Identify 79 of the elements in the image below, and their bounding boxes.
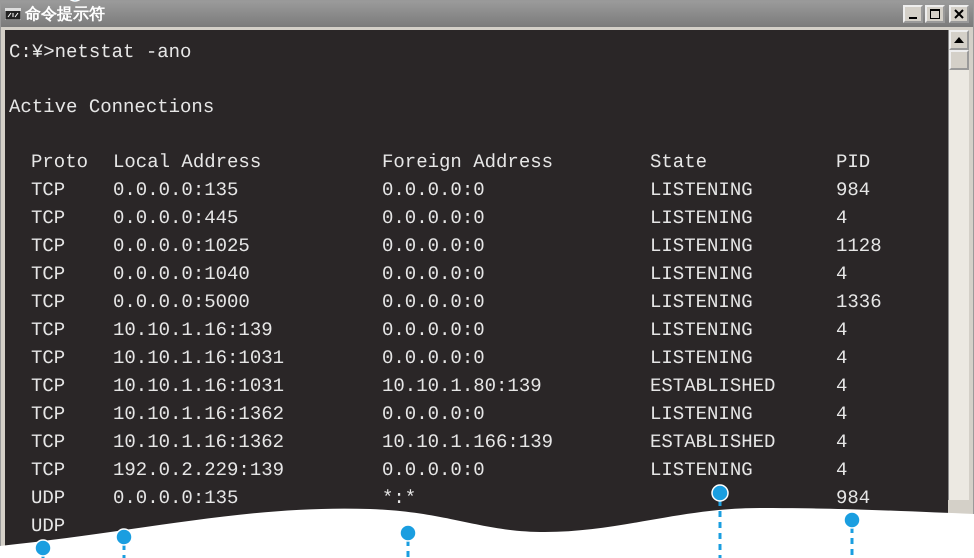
- close-icon: [954, 9, 964, 19]
- table-cell-text: 0.0.0.0:1025: [113, 234, 251, 259]
- table-cell-text: 4: [836, 318, 848, 343]
- scroll-thumb[interactable]: [949, 50, 969, 70]
- table-cell-text: 4: [836, 402, 848, 427]
- table-cell-text: 0.0.0.0:1040: [113, 262, 251, 287]
- table-cell-text: TCP: [31, 234, 66, 259]
- table-cell-text: UDP: [31, 486, 66, 511]
- table-cell-text: LISTENING: [650, 402, 754, 427]
- table-cell-text: 1336: [836, 290, 883, 315]
- table-cell-text: LISTENING: [650, 290, 754, 315]
- table-cell-text: 0.0.0.0:0: [382, 318, 486, 343]
- table-cell-text: LISTENING: [650, 458, 754, 483]
- table-cell-text: 0.0.0.0:0: [382, 206, 486, 231]
- console-icon: [5, 8, 21, 20]
- table-cell-text: ESTABLISHED: [650, 430, 776, 455]
- column-header: Foreign Address: [382, 150, 554, 175]
- table-cell-text: 10.10.1.16:1362: [113, 402, 286, 427]
- table-cell-text: 4: [836, 458, 848, 483]
- table-cell-text: LISTENING: [650, 262, 754, 287]
- scroll-up-button[interactable]: [949, 30, 969, 50]
- table-cell-text: 10.10.1.166:139: [382, 430, 554, 455]
- up-arrow-icon: [954, 37, 964, 43]
- table-cell-text: TCP: [31, 290, 66, 315]
- table-cell-text: TCP: [31, 262, 66, 287]
- close-button[interactable]: [949, 5, 969, 23]
- table-cell-text: TCP: [31, 206, 66, 231]
- column-header: PID: [836, 150, 872, 175]
- table-cell-text: 0.0.0.0:0: [382, 178, 486, 203]
- table-cell-text: 0.0.0.0:0: [382, 262, 486, 287]
- table-cell-text: 10.10.1.16:139: [113, 318, 274, 343]
- output-heading: Active Connections: [9, 95, 216, 120]
- table-cell-text: 0.0.0.0:0: [382, 402, 486, 427]
- table-cell-text: 0.0.0.0:135: [113, 486, 240, 511]
- table-cell-text: TCP: [31, 458, 66, 483]
- table-cell-text: *:*: [382, 486, 418, 511]
- table-cell-text: LISTENING: [650, 178, 754, 203]
- table-cell-text: TCP: [31, 178, 66, 203]
- table-cell-text: TCP: [31, 430, 66, 455]
- table-cell-text: 0.0.0.0:5000: [113, 290, 251, 315]
- table-cell-text: 0.0.0.0:135: [113, 178, 240, 203]
- table-cell-text: UDP: [31, 514, 66, 539]
- column-header: Local Address: [113, 150, 262, 175]
- table-cell-text: 0.0.0.0:445: [113, 206, 240, 231]
- table-cell-text: 984: [836, 486, 872, 511]
- scrollbar[interactable]: [948, 30, 969, 500]
- table-cell-text: TCP: [31, 318, 66, 343]
- table-cell-text: 10.10.1.16:1031: [113, 346, 286, 371]
- table-cell-text: 0.0.0.0:0: [382, 234, 486, 259]
- table-cell-text: 4: [836, 374, 848, 399]
- table-cell-text: LISTENING: [650, 318, 754, 343]
- table-cell-text: 4: [836, 430, 848, 455]
- table-cell-text: TCP: [31, 346, 66, 371]
- table-cell-text: LISTENING: [650, 346, 754, 371]
- command-line: C:¥>netstat -ano: [9, 40, 192, 65]
- table-cell-text: 0.0.0.0:0: [382, 290, 486, 315]
- minimize-button[interactable]: [903, 5, 923, 23]
- table-cell-text: 0.0.0.0:0: [382, 458, 486, 483]
- window-title: 命令提示符: [25, 4, 105, 24]
- table-cell-text: 10.10.1.80:139: [382, 374, 543, 399]
- table-cell-text: 4: [836, 206, 848, 231]
- table-cell-text: 4: [836, 262, 848, 287]
- table-cell-text: TCP: [31, 374, 66, 399]
- table-cell-text: 10.10.1.16:1362: [113, 430, 286, 455]
- maximize-button[interactable]: [925, 5, 945, 23]
- column-header: Proto: [31, 150, 90, 175]
- minimize-icon: [909, 17, 917, 19]
- table-cell-text: TCP: [31, 402, 66, 427]
- maximize-icon: [930, 9, 940, 19]
- column-header: State: [650, 150, 708, 175]
- table-cell-text: ESTABLISHED: [650, 374, 776, 399]
- table-cell-text: 0.0.0.0:0: [382, 346, 486, 371]
- table-cell-text: 984: [836, 178, 872, 203]
- table-cell-text: 4: [836, 346, 848, 371]
- table-cell-text: LISTENING: [650, 206, 754, 231]
- table-cell-text: 1128: [836, 234, 883, 259]
- table-cell-text: 192.0.2.229:139: [113, 458, 286, 483]
- table-cell-text: 10.10.1.16:1031: [113, 374, 286, 399]
- table-cell-text: LISTENING: [650, 234, 754, 259]
